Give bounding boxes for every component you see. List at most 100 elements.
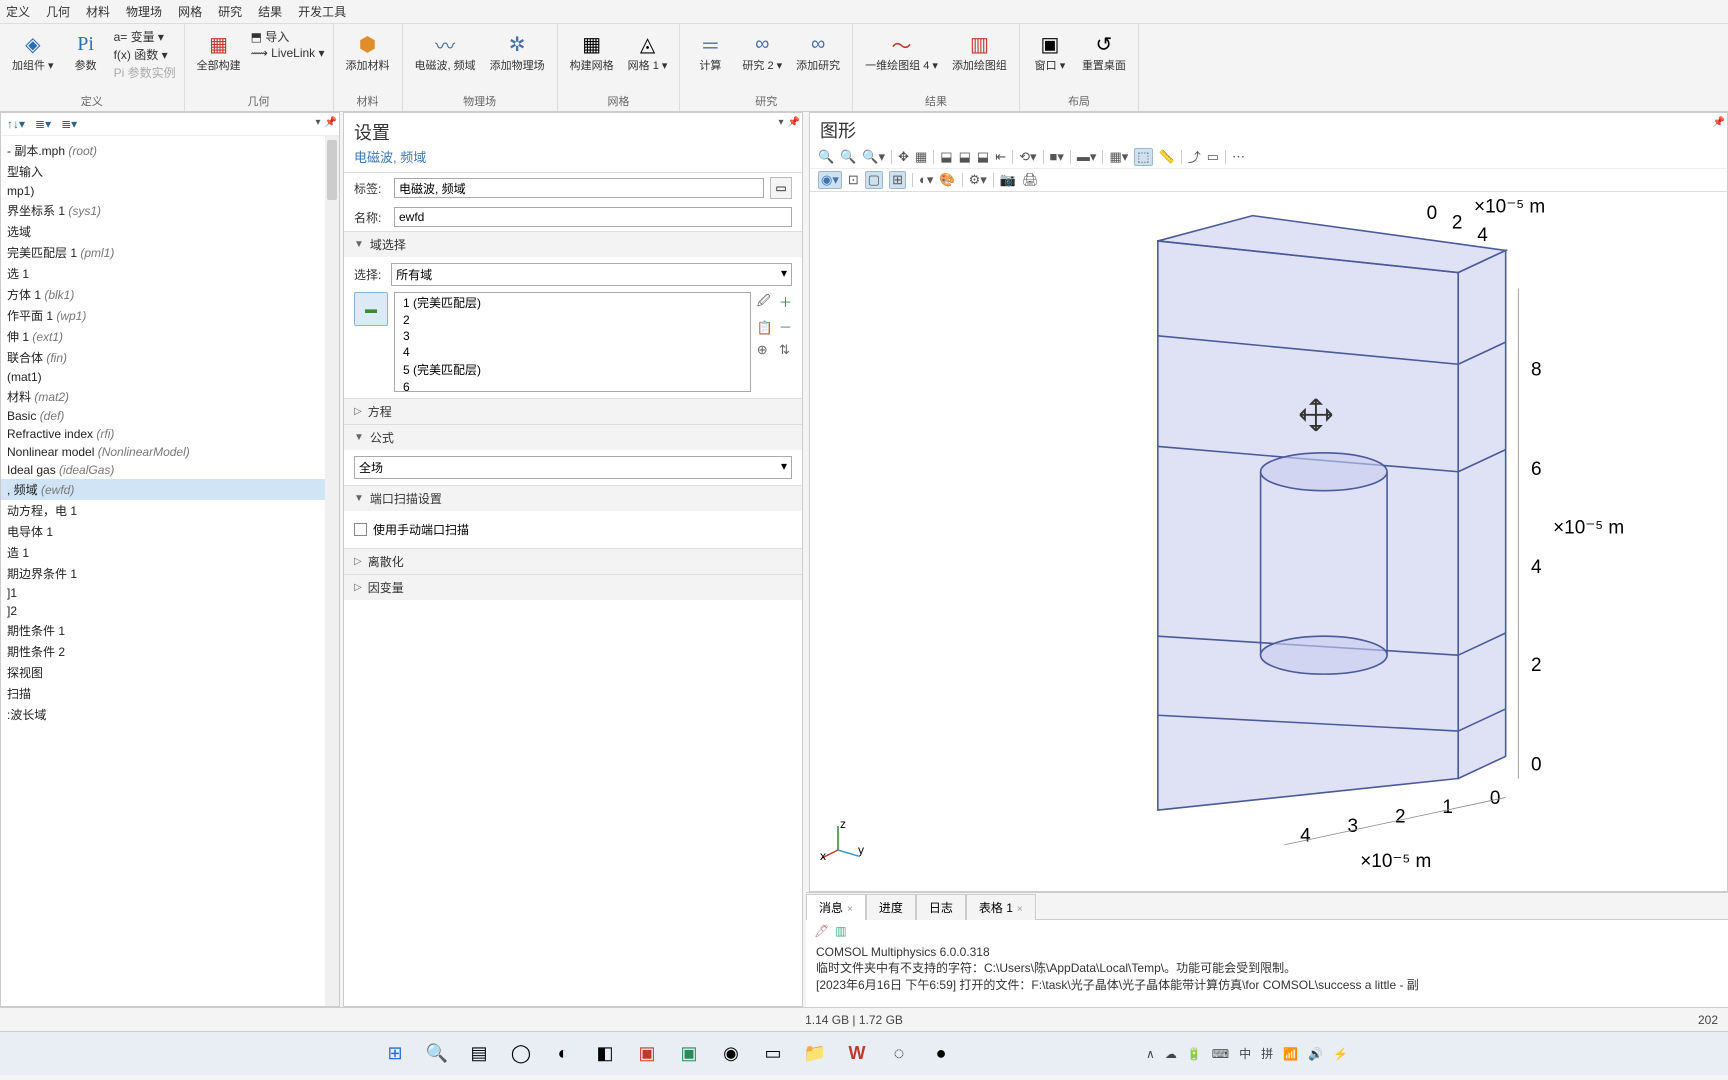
build-mesh-button[interactable]: ▦ 构建网格	[566, 28, 618, 74]
variables-button[interactable]: a= 变量 ▾	[114, 28, 176, 45]
close-icon[interactable]: ×	[1017, 904, 1023, 915]
panel-pin-icon[interactable]: 📌	[788, 117, 800, 128]
tree-item[interactable]: Refractive index (rfi)	[1, 425, 339, 443]
zoom-icon[interactable]: ⊕	[757, 342, 773, 358]
render-mode-icon[interactable]: ▬▾	[1077, 149, 1097, 165]
grid-icon[interactable]: ▦	[915, 149, 927, 165]
app-icon[interactable]: ◌	[884, 1039, 914, 1069]
tray-cloud-icon[interactable]: ☁	[1165, 1047, 1177, 1061]
menu-item[interactable]: 结果	[258, 3, 282, 20]
build-all-button[interactable]: ▦ 全部构建	[193, 28, 245, 74]
tree-item[interactable]: 造 1	[1, 542, 339, 563]
clear-log-icon[interactable]: 🖊	[814, 924, 829, 938]
material-render-icon[interactable]: ◐▾	[919, 172, 933, 188]
app-icon[interactable]: ▭	[758, 1039, 788, 1069]
scene-light-icon[interactable]: ◉▾	[818, 171, 842, 189]
steam-icon[interactable]: ◉	[716, 1039, 746, 1069]
tree-item[interactable]: - 副本.mph (root)	[1, 140, 339, 161]
formula-select[interactable]: 全场▾	[354, 456, 792, 479]
tray-volume-icon[interactable]: 🔊	[1308, 1047, 1323, 1061]
add-physics-button[interactable]: ✲ 添加物理场	[486, 28, 549, 74]
xy-view-icon[interactable]: ⬓	[940, 149, 952, 165]
name-input[interactable]	[394, 207, 792, 227]
tree-item[interactable]: 联合体 (fin)	[1, 347, 339, 368]
domain-list[interactable]: 1 (完美匹配层)2345 (完美匹配层)6	[394, 292, 751, 392]
tree-item[interactable]: 选 1	[1, 263, 339, 284]
grid-toggle[interactable]: ⊞	[889, 171, 906, 189]
tree-item[interactable]: Basic (def)	[1, 407, 339, 425]
menu-item[interactable]: 定义	[6, 3, 30, 20]
tree-item[interactable]: 扫描	[1, 683, 339, 704]
tray-battery-icon[interactable]: 🔋	[1187, 1047, 1202, 1061]
search-icon[interactable]: 🔍	[422, 1039, 452, 1069]
section-depvar-header[interactable]: ▷ 因变量	[344, 575, 802, 600]
tree-item[interactable]: 型输入	[1, 161, 339, 182]
menu-item[interactable]: 物理场	[126, 3, 162, 20]
zoom-out-icon[interactable]: 🔍	[840, 149, 856, 165]
section-formula-header[interactable]: ▼ 公式	[344, 425, 802, 450]
livelink-button[interactable]: ⟿ LiveLink ▾	[251, 46, 325, 60]
tree-item[interactable]: 界坐标系 1 (sys1)	[1, 200, 339, 221]
tray-overflow-icon[interactable]: ∧	[1146, 1047, 1155, 1061]
transparency-toggle[interactable]: ▢	[865, 171, 883, 189]
tree-scrollbar[interactable]	[325, 136, 339, 1006]
menu-item[interactable]: 网格	[178, 3, 202, 20]
import-button[interactable]: ⬒ 导入	[251, 28, 325, 45]
tab-messages[interactable]: 消息×	[806, 894, 866, 920]
tree-item[interactable]: (mat1)	[1, 368, 339, 386]
graphics-viewport[interactable]: 0 2 4 ×10⁻⁵ m 8 6 4 2 0 ×10⁻⁵ m 4 3 2 1	[810, 192, 1727, 891]
domain-select[interactable]: 所有域▾	[391, 263, 792, 286]
window-button[interactable]: ▣ 窗口 ▾	[1028, 28, 1072, 74]
section-discrete-header[interactable]: ▷ 离散化	[344, 549, 802, 574]
gear-icon[interactable]: ⚙▾	[969, 172, 987, 188]
tray-ime-pin[interactable]: 拼	[1261, 1045, 1273, 1062]
tree-item[interactable]: 电导体 1	[1, 521, 339, 542]
tree-view-icon[interactable]: ≣▾	[35, 117, 51, 131]
tree-item[interactable]: Ideal gas (idealGas)	[1, 461, 339, 479]
add-material-button[interactable]: ⬢ 添加材料	[342, 28, 394, 74]
tree-item[interactable]: 期边界条件 1	[1, 563, 339, 584]
menu-item[interactable]: 开发工具	[298, 3, 346, 20]
toggle-icon[interactable]: ⇅	[779, 342, 792, 358]
tab-progress[interactable]: 进度	[866, 894, 916, 920]
section-port-header[interactable]: ▼ 端口扫描设置	[344, 486, 802, 511]
yz-view-icon[interactable]: ⬓	[959, 149, 971, 165]
menu-item[interactable]: 几何	[46, 3, 70, 20]
domain-toggle-button[interactable]: ▬	[354, 292, 388, 326]
app-icon[interactable]: ▣	[674, 1039, 704, 1069]
taskview-icon[interactable]: ▤	[464, 1039, 494, 1069]
study-select-button[interactable]: ∞ 研究 2 ▾	[738, 28, 786, 74]
tree-item[interactable]: 方体 1 (blk1)	[1, 284, 339, 305]
rotate-icon[interactable]: ⟲▾	[1019, 149, 1036, 165]
go-default-icon[interactable]: ⇤	[995, 149, 1006, 165]
transparency-icon[interactable]: ▦▾	[1109, 149, 1128, 165]
manual-port-checkbox[interactable]: 使用手动端口扫描	[354, 517, 792, 542]
tree-item[interactable]: 伸 1 (ext1)	[1, 326, 339, 347]
tree-item[interactable]: mp1)	[1, 182, 339, 200]
more-icon[interactable]: ⋯	[1232, 149, 1245, 165]
tree-item[interactable]: , 频域 (ewfd)	[1, 479, 339, 500]
tree-view-icon-2[interactable]: ≣▾	[61, 117, 77, 131]
menu-item[interactable]: 材料	[86, 3, 110, 20]
params-button[interactable]: Pi 参数	[64, 28, 108, 74]
app-icon[interactable]: ◧	[590, 1039, 620, 1069]
xz-view-icon[interactable]: ⬓	[977, 149, 989, 165]
tree-item[interactable]: 动方程，电 1	[1, 500, 339, 521]
add-icon[interactable]: ＋	[779, 292, 792, 311]
model-tree[interactable]: - 副本.mph (root)型输入mp1)界坐标系 1 (sys1)选域完美匹…	[1, 136, 339, 1006]
tag-edit-button[interactable]: ▭	[770, 177, 792, 199]
reset-desktop-button[interactable]: ↺ 重置桌面	[1078, 28, 1130, 74]
print-icon[interactable]: 🖨	[1022, 172, 1039, 188]
domain-list-item[interactable]: 4	[395, 344, 750, 360]
zoom-in-icon[interactable]: 🔍	[818, 149, 834, 165]
tree-item[interactable]: ]1	[1, 584, 339, 602]
zoom-box-icon[interactable]: 🔍▾	[862, 149, 885, 165]
obs-icon[interactable]: ●	[926, 1039, 956, 1069]
probe-icon[interactable]: ⤴	[1188, 147, 1201, 166]
tree-filter-icon[interactable]: ↑↓▾	[7, 117, 25, 131]
chrome-icon[interactable]: ◯	[506, 1039, 536, 1069]
tree-item[interactable]: 期性条件 1	[1, 620, 339, 641]
measure-icon[interactable]: 📏	[1159, 149, 1175, 165]
explorer-icon[interactable]: 📁	[800, 1039, 830, 1069]
clip-icon[interactable]: ▭	[1207, 149, 1219, 165]
